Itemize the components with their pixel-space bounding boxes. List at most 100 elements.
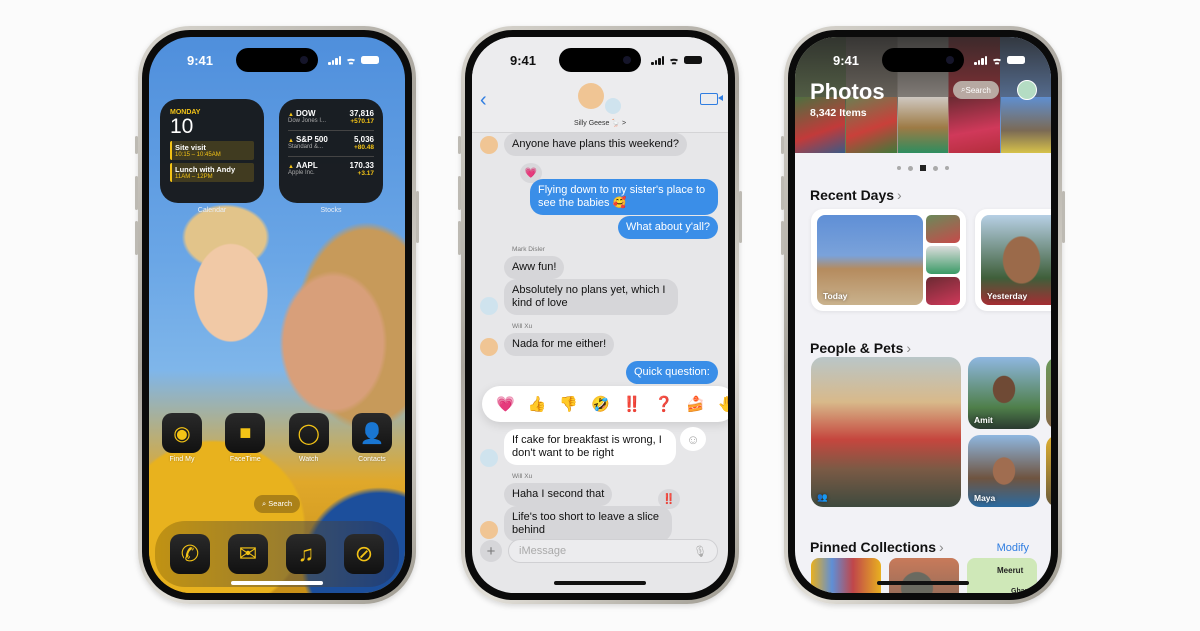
home-indicator[interactable] bbox=[231, 581, 323, 585]
wifi-icon bbox=[991, 56, 1003, 65]
page-indicator[interactable] bbox=[795, 165, 1051, 171]
volume-up-button bbox=[781, 176, 784, 210]
side-button bbox=[1062, 191, 1065, 243]
section-title: Recent Days bbox=[810, 187, 895, 203]
calendar-date: 10 bbox=[170, 115, 194, 138]
photo-grid-strip[interactable] bbox=[795, 97, 1051, 153]
photos-search-button[interactable]: ⌕ Search bbox=[953, 81, 999, 99]
video-call-icon[interactable] bbox=[700, 93, 723, 105]
sender-name: Mark Disler bbox=[512, 246, 545, 253]
library-photo-thumb[interactable] bbox=[1000, 97, 1051, 153]
phone-icon[interactable]: ✆ bbox=[170, 534, 210, 574]
sender-avatar bbox=[480, 521, 498, 539]
message-bubble-incoming[interactable]: Aww fun! bbox=[504, 256, 565, 279]
message-bubble-incoming[interactable]: Nada for me either! bbox=[504, 333, 615, 356]
message-bubble-incoming[interactable]: Haha I second that bbox=[504, 483, 613, 506]
stock-name: Dow Jones I... bbox=[288, 118, 327, 124]
home-indicator[interactable] bbox=[554, 581, 646, 585]
group-name[interactable]: Silly Geese 🪿 > bbox=[472, 119, 728, 127]
volume-up-button bbox=[135, 176, 138, 210]
recent-day-thumb bbox=[926, 277, 960, 305]
cellular-signal-icon bbox=[328, 55, 341, 65]
stage: 9:41 MONDAY 10 Site visit 10:15 – 10:45A… bbox=[0, 0, 1200, 631]
calendar-widget-label: Calendar bbox=[197, 207, 227, 214]
message-bubble-outgoing[interactable]: What about y'all? bbox=[618, 216, 719, 239]
app-row: ◉ Find My ■ FaceTime ◯ Watch 👤 Contacts bbox=[162, 413, 392, 463]
stock-symbol: AAPL bbox=[288, 161, 318, 170]
sender-avatar bbox=[480, 449, 498, 467]
hand-emoji-tapback[interactable]: 🤚 bbox=[718, 395, 728, 413]
haha-tapback[interactable]: 🤣 bbox=[591, 395, 610, 413]
profile-avatar[interactable] bbox=[1017, 80, 1037, 100]
music-icon[interactable]: ♫ bbox=[286, 534, 326, 574]
message-bubble-incoming[interactable]: Life's too short to leave a slice behind bbox=[504, 506, 672, 542]
event-title: Lunch with Andy bbox=[175, 165, 236, 174]
pinned-collection-thumb[interactable] bbox=[889, 558, 959, 593]
map-label: Ghaz bbox=[1011, 588, 1029, 593]
group-avatar-memoji[interactable] bbox=[578, 83, 604, 109]
message-bubble-outgoing[interactable]: Quick question: bbox=[626, 361, 718, 384]
message-bubble-incoming[interactable]: Anyone have plans this weekend? bbox=[504, 133, 687, 156]
app-contacts[interactable]: 👤 Contacts bbox=[351, 413, 392, 463]
library-photo-thumb[interactable] bbox=[846, 97, 897, 153]
add-sticker-reaction-icon[interactable]: ☺ bbox=[680, 427, 706, 451]
thumbs-down-tapback[interactable]: 👎 bbox=[559, 395, 578, 413]
app-facetime[interactable]: ■ FaceTime bbox=[225, 413, 266, 463]
plus-icon[interactable]: + bbox=[480, 540, 502, 562]
safari-icon[interactable]: ⊘ bbox=[344, 534, 384, 574]
pinned-collection-thumb[interactable] bbox=[811, 558, 881, 593]
stock-name: Apple Inc. bbox=[288, 170, 315, 176]
page-dot bbox=[933, 165, 938, 171]
stock-symbol: S&P 500 bbox=[288, 135, 328, 144]
action-button bbox=[781, 136, 784, 154]
status-time: 9:41 bbox=[187, 52, 214, 68]
section-pinned-collections[interactable]: Pinned Collections › bbox=[810, 539, 944, 555]
status-time: 9:41 bbox=[510, 52, 537, 68]
heart-tapback[interactable]: 💗 bbox=[496, 395, 515, 413]
stock-price: 170.33 bbox=[349, 161, 374, 170]
message-bubble-incoming-selected[interactable]: If cake for breakfast is wrong, I don't … bbox=[504, 429, 676, 465]
modify-button[interactable]: Modify bbox=[997, 542, 1029, 554]
library-photo-thumb[interactable] bbox=[795, 97, 846, 153]
mail-icon[interactable]: ✉ bbox=[228, 534, 268, 574]
stock-price: 5,036 bbox=[353, 135, 374, 144]
exclamation-tapback[interactable]: ‼️ bbox=[623, 395, 642, 413]
calendar-widget[interactable]: MONDAY 10 Site visit 10:15 – 10:45AM Lun… bbox=[160, 99, 264, 203]
section-recent-days[interactable]: Recent Days › bbox=[810, 187, 902, 203]
tapback-menu: 💗 👍 👎 🤣 ‼️ ❓ 🍰 🤚 bbox=[482, 386, 728, 422]
message-bubble-incoming[interactable]: Absolutely no plans yet, which I kind of… bbox=[504, 279, 678, 315]
dock: ✆ ✉ ♫ ⊘ bbox=[155, 521, 399, 587]
app-find-my[interactable]: ◉ Find My bbox=[162, 413, 202, 463]
app-watch[interactable]: ◯ Watch bbox=[288, 413, 329, 463]
stock-change: +3.17 bbox=[357, 170, 374, 177]
battery-icon bbox=[684, 56, 702, 64]
recent-day-thumb bbox=[926, 246, 960, 274]
section-people-pets[interactable]: People & Pets › bbox=[810, 340, 911, 356]
thumbs-up-tapback[interactable]: 👍 bbox=[528, 395, 547, 413]
search-label: Search bbox=[268, 499, 293, 508]
microphone-icon[interactable]: 🎙 bbox=[693, 545, 707, 558]
contacts-icon: 👤 bbox=[351, 413, 392, 453]
back-chevron-icon[interactable]: ‹ bbox=[480, 89, 487, 112]
stocks-widget[interactable]: DOWDow Jones I... 37,816+570.17 S&P 500S… bbox=[279, 99, 383, 203]
person-photo-maya[interactable]: Maya bbox=[968, 435, 1040, 507]
message-bubble-outgoing[interactable]: Flying down to my sister's place to see … bbox=[530, 179, 718, 215]
question-tapback[interactable]: ❓ bbox=[654, 395, 673, 413]
person-photo-partial[interactable] bbox=[1046, 357, 1051, 429]
person-name: Amit bbox=[974, 415, 993, 425]
pinned-collection-map[interactable]: Meerut Ghaz bbox=[967, 558, 1037, 593]
imessage-input[interactable]: iMessage 🎙 bbox=[508, 539, 718, 563]
home-search-button[interactable]: ⌕ Search bbox=[253, 495, 301, 513]
person-photo-partial[interactable] bbox=[1046, 435, 1051, 507]
stock-row: AAPLApple Inc. 170.33+3.17 bbox=[288, 157, 374, 182]
recent-day-card[interactable]: Yesterday bbox=[975, 209, 1051, 311]
people-group-photo[interactable]: 👥 bbox=[811, 357, 961, 507]
person-photo-amit[interactable]: Amit bbox=[968, 357, 1040, 429]
cake-emoji-tapback[interactable]: 🍰 bbox=[686, 395, 705, 413]
home-indicator[interactable] bbox=[877, 581, 969, 585]
recent-day-card[interactable]: Today bbox=[811, 209, 966, 311]
stock-symbol: DOW bbox=[288, 109, 326, 118]
stock-change: +80.48 bbox=[353, 144, 374, 151]
library-photo-thumb[interactable] bbox=[897, 97, 949, 153]
library-photo-thumb[interactable] bbox=[949, 97, 1000, 153]
